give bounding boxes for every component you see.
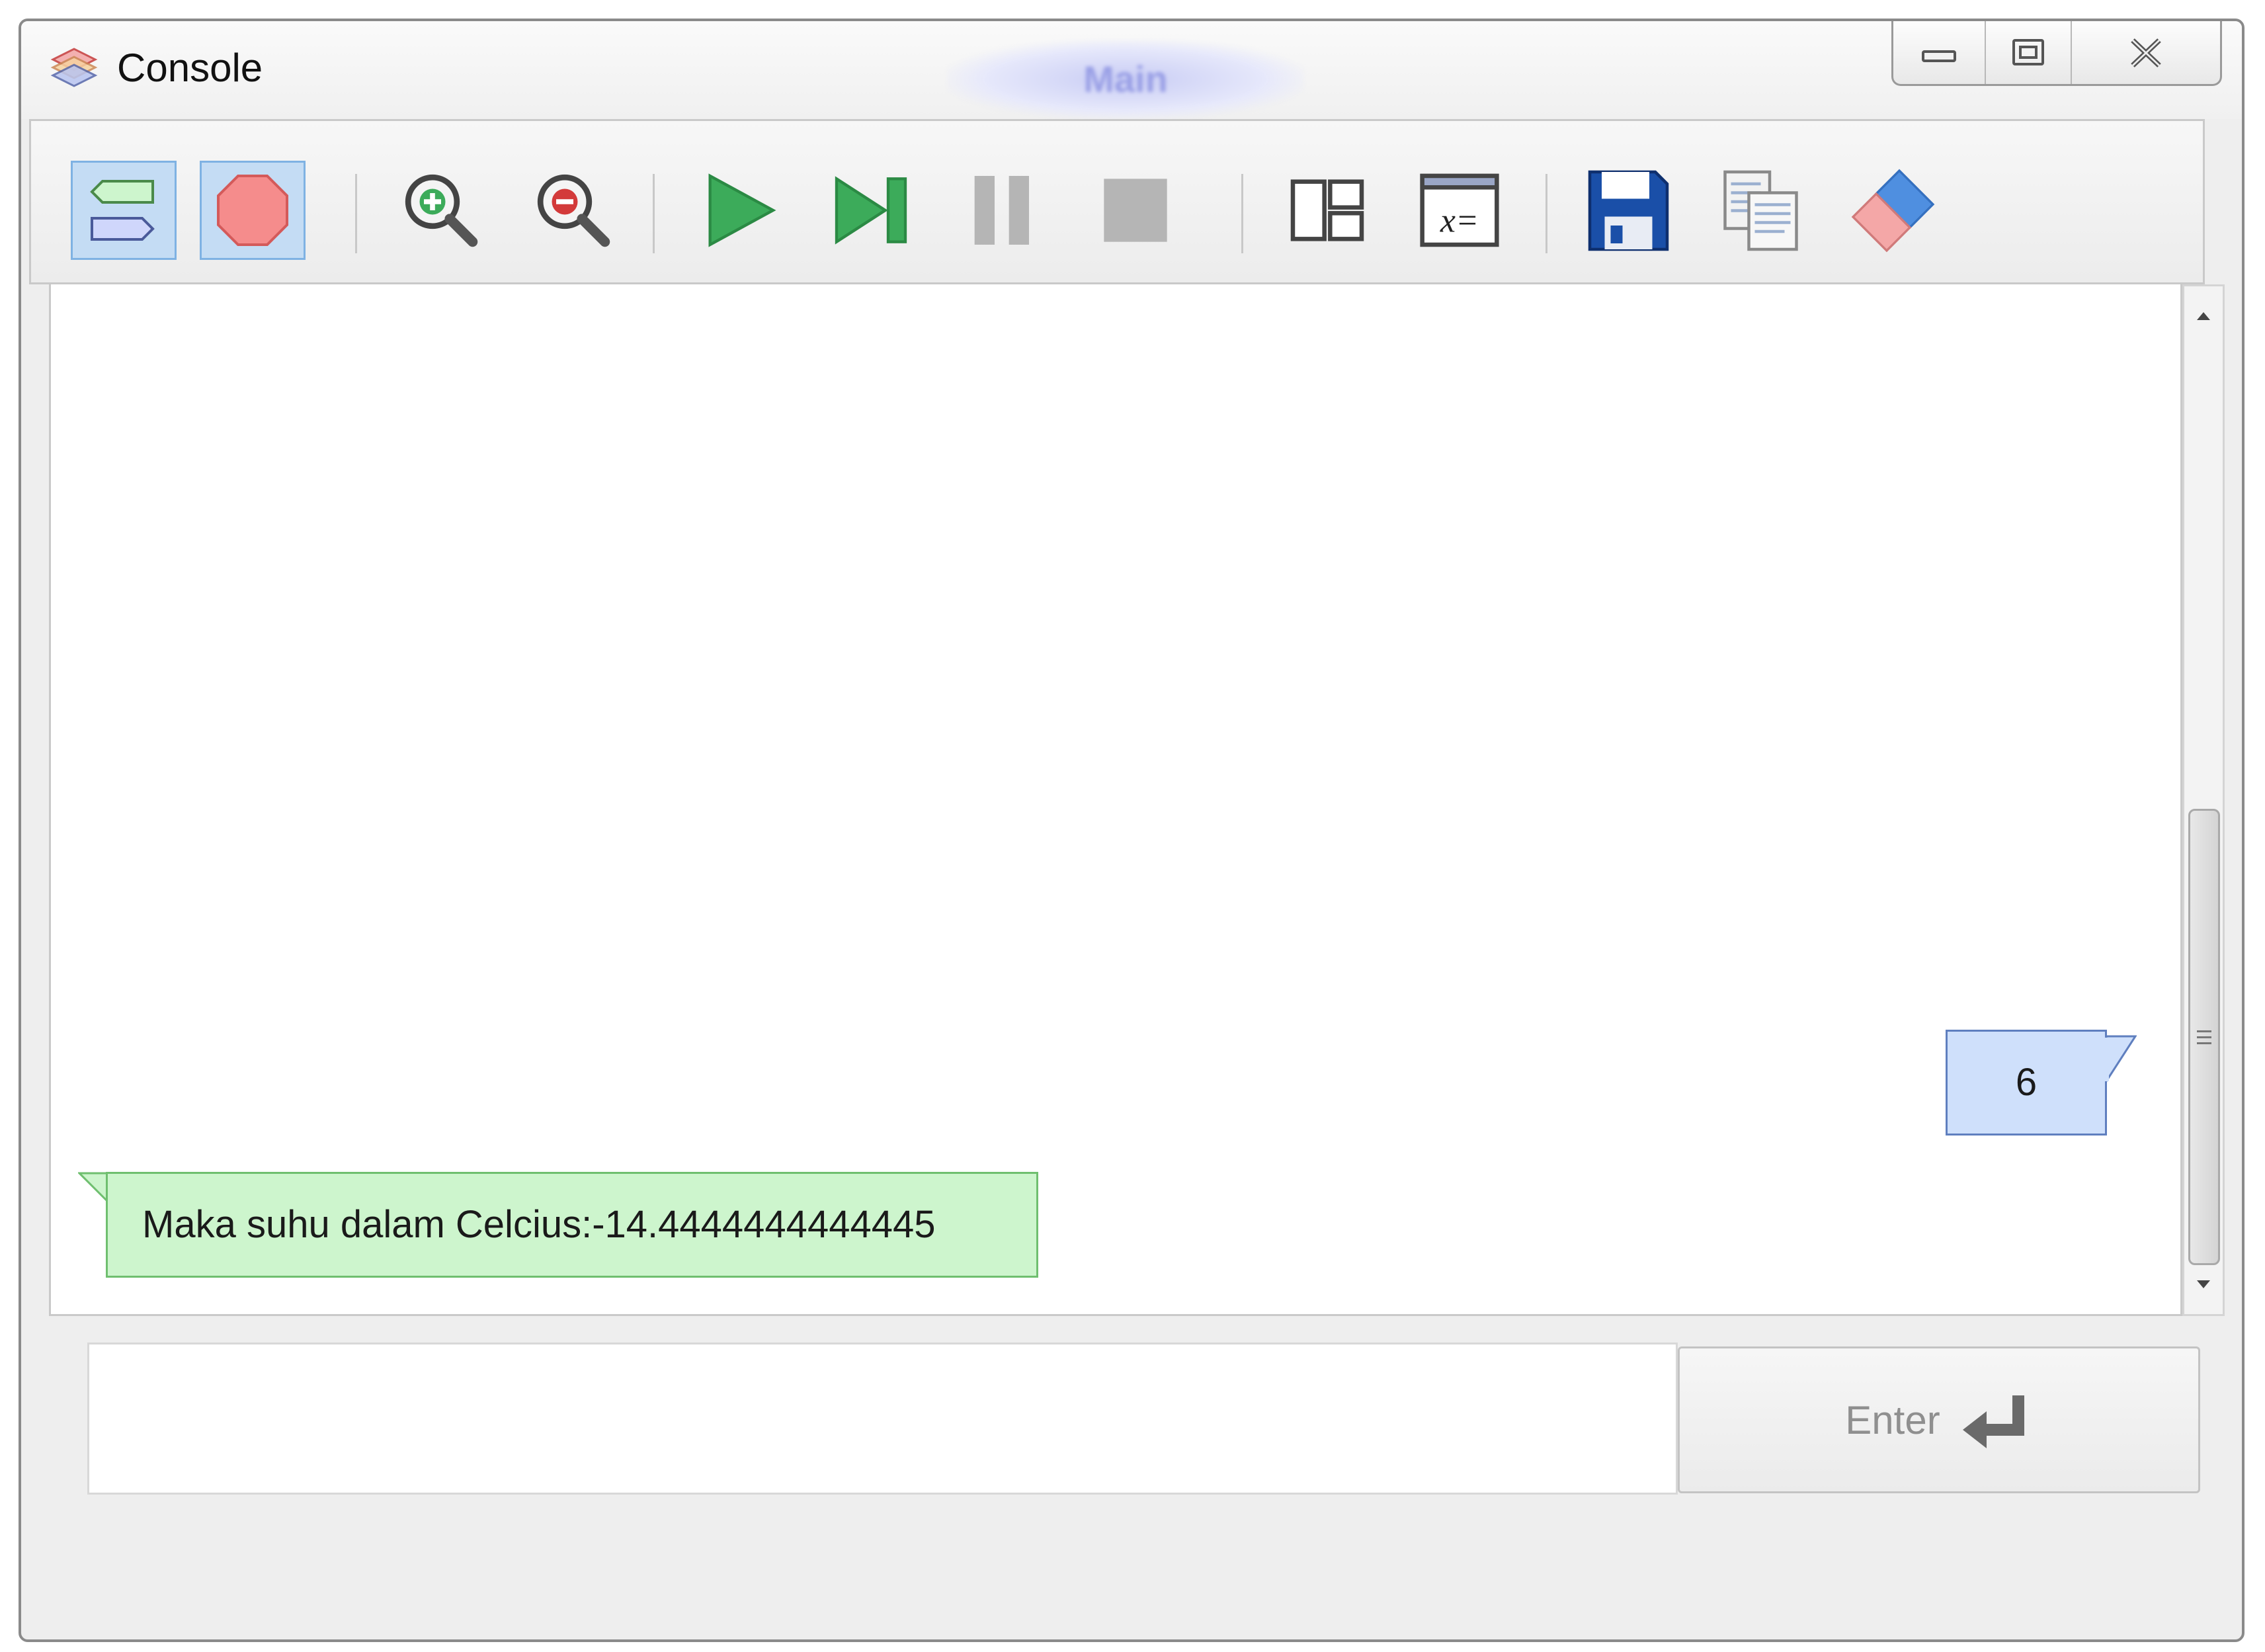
maximize-button[interactable] bbox=[1986, 21, 2072, 84]
window-title: Console bbox=[117, 46, 263, 90]
svg-text:x=: x= bbox=[1440, 202, 1479, 240]
background-window-title: Main bbox=[947, 40, 1304, 119]
title-bar[interactable]: Console Main bbox=[21, 21, 2242, 119]
eraser-icon bbox=[1851, 169, 1934, 252]
run-button[interactable] bbox=[686, 161, 792, 260]
console-output[interactable] bbox=[49, 284, 2182, 1316]
io-icon bbox=[90, 180, 155, 241]
step-icon bbox=[835, 176, 907, 245]
io-toggle-button[interactable] bbox=[71, 161, 177, 260]
minimize-button[interactable] bbox=[1893, 21, 1986, 84]
variables-icon: x= bbox=[1420, 173, 1499, 247]
zoom-in-icon bbox=[405, 174, 478, 247]
toolbar-separator bbox=[1545, 174, 1547, 253]
output-scrollbar[interactable] bbox=[2182, 284, 2225, 1316]
console-app-icon bbox=[50, 48, 98, 87]
variables-button[interactable]: x= bbox=[1407, 161, 1512, 260]
input-echo-bubble: 6 bbox=[1946, 1030, 2107, 1136]
layout-button[interactable] bbox=[1274, 161, 1380, 260]
grip-icon bbox=[2197, 1030, 2211, 1044]
minimize-icon bbox=[1922, 50, 1956, 62]
maximize-icon bbox=[2012, 38, 2044, 65]
output-message-bubble: Maka suhu dalam Celcius:-14.444444444444… bbox=[106, 1172, 1038, 1278]
zoom-out-icon bbox=[537, 174, 610, 247]
enter-button[interactable]: Enter bbox=[1678, 1346, 2200, 1493]
toolbar-separator bbox=[355, 174, 357, 253]
input-bubble-tail bbox=[2105, 1035, 2137, 1083]
scroll-up-arrow-icon bbox=[2197, 312, 2210, 320]
console-input-field[interactable] bbox=[87, 1342, 1678, 1495]
console-window: Console Main x= Maka suhu dalam Celcius:… bbox=[19, 19, 2244, 1642]
copy-icon bbox=[1723, 170, 1798, 251]
stop-breakpoint-button[interactable] bbox=[200, 161, 306, 260]
scroll-up-button[interactable] bbox=[2184, 293, 2223, 339]
stop-octagon-icon bbox=[217, 175, 288, 246]
save-icon bbox=[1588, 170, 1668, 251]
pause-button[interactable] bbox=[950, 161, 1056, 260]
layout-icon bbox=[1290, 179, 1364, 241]
output-bubble-tail bbox=[78, 1172, 110, 1205]
toolbar-separator bbox=[1241, 174, 1243, 253]
scroll-down-arrow-icon bbox=[2197, 1280, 2210, 1288]
scroll-down-button[interactable] bbox=[2184, 1261, 2223, 1307]
stop-button[interactable] bbox=[1083, 161, 1188, 260]
enter-return-icon bbox=[1962, 1395, 2024, 1448]
status-bar bbox=[29, 1542, 2205, 1622]
stop-icon bbox=[1104, 179, 1167, 242]
close-icon bbox=[2131, 38, 2161, 67]
zoom-out-button[interactable] bbox=[520, 161, 626, 260]
play-icon bbox=[708, 173, 776, 247]
clear-button[interactable] bbox=[1840, 161, 1946, 260]
step-button[interactable] bbox=[818, 161, 924, 260]
toolbar: x= bbox=[29, 119, 2205, 284]
toolbar-separator bbox=[653, 174, 655, 253]
scroll-thumb[interactable] bbox=[2188, 809, 2220, 1265]
window-controls bbox=[1891, 21, 2222, 86]
pause-icon bbox=[974, 176, 1029, 245]
zoom-in-button[interactable] bbox=[388, 161, 494, 260]
save-button[interactable] bbox=[1575, 161, 1681, 260]
copy-button[interactable] bbox=[1708, 161, 1813, 260]
close-button[interactable] bbox=[2072, 21, 2220, 84]
enter-button-label: Enter bbox=[1845, 1397, 1940, 1442]
